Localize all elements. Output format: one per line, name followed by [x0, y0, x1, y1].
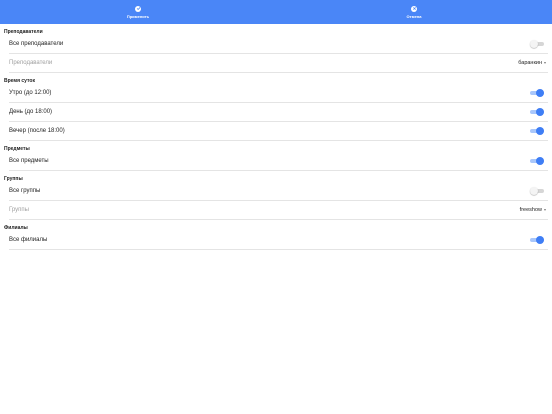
all-groups-toggle[interactable] [530, 187, 544, 195]
morning-label: Утро (до 12:00) [9, 90, 52, 96]
toggle-knob [530, 187, 538, 195]
apply-label: Применить [126, 13, 150, 19]
toggle-knob [530, 40, 538, 48]
row-all-branches: Все филиалы [9, 231, 548, 250]
section-title-teachers: Преподаватели [4, 29, 43, 35]
morning-toggle[interactable] [530, 89, 544, 97]
cancel-label: Отмена [406, 13, 422, 19]
day-toggle[interactable] [530, 108, 544, 116]
toggle-knob [536, 108, 544, 116]
toggle-knob [536, 89, 544, 97]
row-all-groups: Все группы [9, 182, 548, 201]
caret-down-icon [544, 62, 546, 64]
check-circle-icon [135, 5, 141, 12]
all-branches-toggle[interactable] [530, 236, 544, 244]
caret-down-icon [544, 209, 546, 211]
groups-dropdown-value: freeshow [519, 207, 542, 213]
teachers-picker-placeholder: Преподаватели [9, 60, 53, 66]
section-title-groups: Группы [4, 176, 23, 182]
cancel-button[interactable]: Отмена [354, 0, 474, 24]
groups-picker-placeholder: Группы [9, 207, 29, 213]
row-teachers-picker: Преподаватели баранкин [9, 54, 548, 73]
section-title-subjects: Предметы [4, 146, 30, 152]
toggle-knob [536, 127, 544, 135]
row-day: День (до 18:00) [9, 103, 548, 122]
section-title-branches: Филиалы [4, 225, 28, 231]
row-all-subjects: Все предметы [9, 152, 548, 171]
all-groups-label: Все группы [9, 188, 41, 194]
all-teachers-toggle[interactable] [530, 40, 544, 48]
toggle-knob [536, 236, 544, 244]
evening-toggle[interactable] [530, 127, 544, 135]
top-action-bar: Применить Отмена [0, 0, 552, 24]
row-groups-picker: Группы freeshow [9, 201, 548, 220]
all-subjects-label: Все предметы [9, 158, 49, 164]
evening-label: Вечер (после 18:00) [9, 128, 65, 134]
filter-form: Преподаватели Все преподаватели Преподав… [0, 24, 552, 250]
day-label: День (до 18:00) [9, 109, 53, 115]
apply-button[interactable]: Применить [78, 0, 198, 24]
all-subjects-toggle[interactable] [530, 157, 544, 165]
row-evening: Вечер (после 18:00) [9, 122, 548, 141]
row-morning: Утро (до 12:00) [9, 84, 548, 103]
all-teachers-label: Все преподаватели [9, 41, 64, 47]
toggle-knob [536, 157, 544, 165]
close-circle-icon [411, 5, 417, 12]
row-all-teachers: Все преподаватели [9, 35, 548, 54]
section-title-time-of-day: Время суток [4, 78, 35, 84]
all-branches-label: Все филиалы [9, 237, 48, 243]
teachers-dropdown-value: баранкин [518, 60, 542, 66]
groups-dropdown[interactable]: freeshow [520, 207, 546, 213]
teachers-dropdown[interactable]: баранкин [518, 60, 546, 66]
